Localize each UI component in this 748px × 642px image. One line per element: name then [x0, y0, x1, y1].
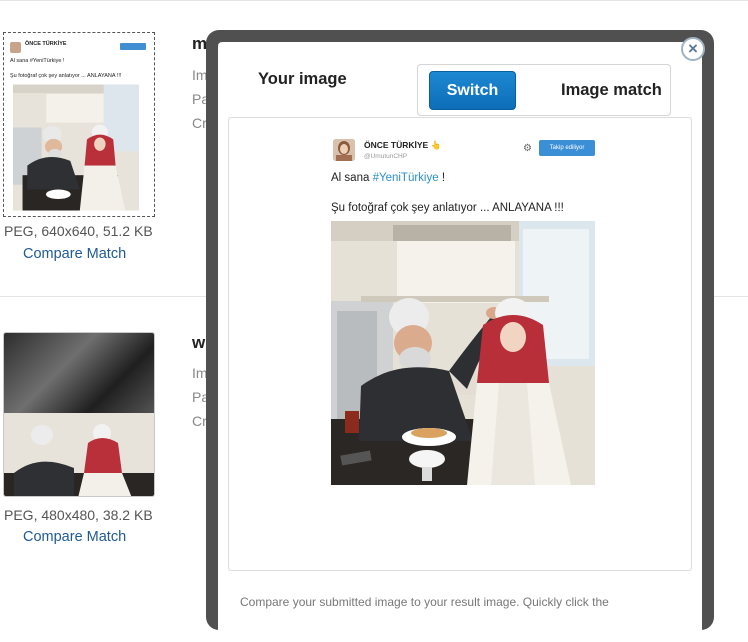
result-thumbnail[interactable]: ÖNCE TÜRKİYE Al sana #YeniTürkiye ! Şu f… [3, 32, 155, 217]
thumb-tweet-header: ÖNCE TÜRKİYE [10, 41, 150, 56]
view-toggle: Switch Image match [417, 64, 671, 116]
result-title[interactable]: w [192, 333, 205, 353]
thumb-photo [13, 84, 139, 211]
pointing-hand-icon: 👆 [430, 140, 442, 150]
image-preview-panel: ÖNCE TÜRKİYE 👆 @UmutunCHP ⚙ Takip ediliy… [228, 117, 692, 571]
tweet-photo [331, 221, 595, 485]
tweet-text: ! [438, 172, 446, 184]
tweet-screenshot: ÖNCE TÜRKİYE 👆 @UmutunCHP ⚙ Takip ediliy… [313, 129, 599, 497]
compare-modal: Your image Switch Image match ÖNCE TÜRKİ… [206, 30, 714, 642]
tweet-text-line1: Al sana #YeniTürkiye ! [331, 172, 445, 184]
thumb-photo [4, 413, 154, 496]
result-thumbnail[interactable] [3, 332, 155, 497]
gear-icon: ⚙ [523, 143, 532, 154]
compare-match-link[interactable]: Compare Match [23, 529, 126, 545]
bw-photo [4, 333, 154, 413]
switch-button[interactable]: Switch [429, 71, 516, 110]
tweet-author-name: ÖNCE TÜRKİYE 👆 [364, 140, 441, 151]
tweet-text-line2: Şu fotoğraf çok şey anlatıyor ... ANLAYA… [331, 202, 564, 214]
modal-help-text: Compare your submitted image to your res… [240, 595, 609, 609]
tweet-author-name-text: ÖNCE TÜRKİYE [364, 140, 429, 150]
follow-button: Takip ediliyor [539, 140, 595, 156]
image-match-label[interactable]: Image match [561, 81, 662, 100]
result-detail: Cr [192, 413, 207, 429]
result-title[interactable]: m [192, 34, 207, 54]
avatar [10, 42, 21, 53]
tweet-text: Al sana [331, 172, 373, 184]
compare-match-link[interactable]: Compare Match [23, 246, 126, 262]
hashtag: #YeniTürkiye [372, 172, 439, 184]
result-meta: PEG, 640x640, 51.2 KB [4, 223, 153, 239]
thumb-tweet-line1: Al sana #YeniTürkiye ! [10, 58, 65, 64]
modal-body: Your image Switch Image match ÖNCE TÜRKİ… [218, 42, 702, 642]
result-detail: Cr [192, 115, 207, 131]
avatar [333, 139, 355, 161]
thumb-tweet-name: ÖNCE TÜRKİYE [25, 41, 67, 47]
tweet-handle: @UmutunCHP [364, 153, 408, 160]
result-meta: PEG, 480x480, 38.2 KB [4, 507, 153, 523]
thumb-follow-button [120, 43, 146, 50]
your-image-label[interactable]: Your image [258, 70, 347, 89]
close-icon[interactable]: × [681, 37, 705, 61]
thumb-tweet-line2: Şu fotoğraf çok şey anlatıyor ... ANLAYA… [10, 73, 122, 79]
